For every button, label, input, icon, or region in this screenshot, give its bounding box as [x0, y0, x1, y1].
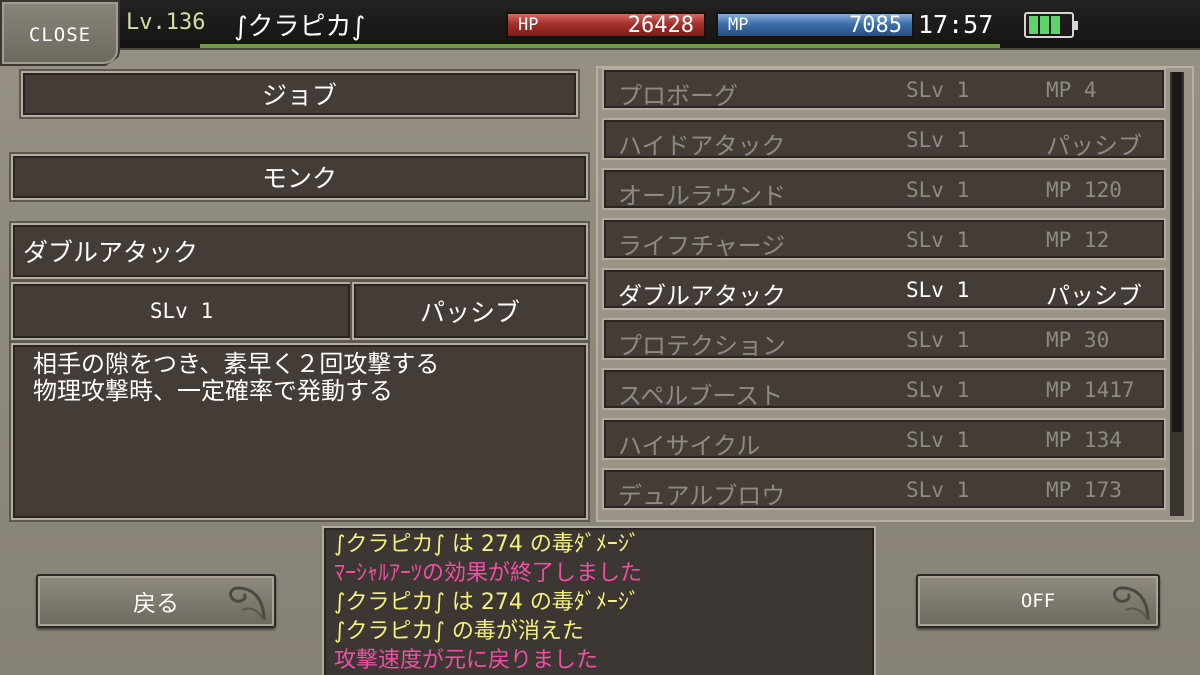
- skill-row[interactable]: プロテクション SLv 1 MP 30: [602, 318, 1166, 360]
- skill-row[interactable]: デュアルブロウ SLv 1 MP 173: [602, 468, 1166, 510]
- back-button[interactable]: 戻る: [36, 574, 276, 628]
- battery-cell: [1051, 16, 1060, 34]
- skill-cost: パッシブ: [1046, 132, 1142, 160]
- skill-name: スペルブースト: [618, 382, 784, 410]
- status-bar: Lv.136 ∫クラピカ∫ HP 26428 MP 7085 17:57: [0, 0, 1200, 50]
- skill-level: SLv 1: [906, 78, 970, 102]
- selected-skill-level: SLv 1: [11, 282, 352, 340]
- job-header: ジョブ: [21, 71, 578, 117]
- skill-cost: MP 30: [1046, 328, 1110, 352]
- skill-level: SLv 1: [906, 128, 970, 152]
- toggle-button-label: OFF: [1020, 590, 1056, 612]
- selected-skill-name: ダブルアタック: [11, 223, 588, 279]
- skill-cost: MP 173: [1046, 478, 1122, 502]
- skill-cost: MP 120: [1046, 178, 1122, 202]
- toggle-off-button[interactable]: OFF: [916, 574, 1160, 628]
- skill-name: ダブルアタック: [618, 282, 786, 310]
- log-line: ﾏｰｼｬﾙｱｰﾂの効果が終了しました: [334, 561, 643, 586]
- skill-list[interactable]: プロボーグ SLv 1 MP 4 ハイドアタック SLv 1 パッシブ オールラ…: [598, 68, 1192, 520]
- skill-level: SLv 1: [906, 478, 970, 502]
- skill-list-scrollbar[interactable]: [1170, 72, 1184, 516]
- log-line: ∫クラピカ∫ は 274 の毒ﾀﾞﾒｰｼﾞ: [334, 590, 640, 615]
- skill-level: SLv 1: [906, 228, 970, 252]
- swirl-ornament-icon: [229, 586, 266, 621]
- swirl-ornament-icon: [1113, 586, 1150, 621]
- skill-row[interactable]: ライフチャージ SLv 1 MP 12: [602, 218, 1166, 260]
- close-button[interactable]: CLOSE: [0, 0, 120, 66]
- battery-cell: [1040, 16, 1049, 34]
- skill-name: プロテクション: [618, 332, 786, 360]
- skill-row[interactable]: ハイドアタック SLv 1 パッシブ: [602, 118, 1166, 160]
- skill-level: SLv 1: [906, 278, 970, 302]
- mp-label: MP: [728, 15, 749, 35]
- selected-skill-type: パッシブ: [352, 282, 588, 340]
- description-line: 相手の隙をつき、素早く２回攻撃する: [33, 350, 440, 378]
- skill-cost: MP 1417: [1046, 378, 1135, 402]
- skill-row[interactable]: オールラウンド SLv 1 MP 120: [602, 168, 1166, 210]
- skill-description: 相手の隙をつき、素早く２回攻撃する 物理攻撃時、一定確率で発動する: [11, 343, 588, 520]
- battle-log: ∫クラピカ∫ は 274 の毒ﾀﾞﾒｰｼﾞ ﾏｰｼｬﾙｱｰﾂの効果が終了しました…: [322, 526, 876, 675]
- character-name: ∫クラピカ∫: [234, 12, 366, 42]
- skill-level: SLv 1: [906, 378, 970, 402]
- skill-row[interactable]: スペルブースト SLv 1 MP 1417: [602, 368, 1166, 410]
- level-label: Lv.136: [126, 10, 206, 35]
- log-line: ∫クラピカ∫ の毒が消えた: [334, 619, 584, 644]
- log-line: ∫クラピカ∫ は 274 の毒ﾀﾞﾒｰｼﾞ: [334, 532, 640, 557]
- mp-value: 7085: [849, 12, 902, 38]
- exp-bar: [200, 44, 1000, 48]
- scrollbar-thumb[interactable]: [1172, 72, 1182, 432]
- clock: 17:57: [918, 10, 994, 39]
- skill-cost: MP 4: [1046, 78, 1097, 102]
- job-class-name[interactable]: モンク: [11, 154, 588, 200]
- skill-name: オールラウンド: [618, 182, 786, 210]
- exp-bar-fill: [200, 44, 1000, 48]
- log-line: 攻撃速度が元に戻りました: [334, 648, 599, 673]
- skill-name: プロボーグ: [618, 82, 738, 110]
- skill-cost: パッシブ: [1046, 282, 1142, 310]
- battery-icon: [1024, 12, 1078, 38]
- description-line: 物理攻撃時、一定確率で発動する: [33, 377, 393, 405]
- mp-gauge: MP 7085: [716, 12, 914, 38]
- skill-level: SLv 1: [906, 178, 970, 202]
- skill-name: デュアルブロウ: [618, 482, 786, 510]
- skill-row[interactable]: ハイサイクル SLv 1 MP 134: [602, 418, 1166, 460]
- skill-level: SLv 1: [906, 328, 970, 352]
- battery-cell: [1029, 16, 1038, 34]
- skill-row[interactable]: プロボーグ SLv 1 MP 4: [602, 68, 1166, 110]
- skill-level: SLv 1: [906, 428, 970, 452]
- skill-name: ハイサイクル: [618, 432, 761, 460]
- skill-name: ライフチャージ: [618, 232, 786, 260]
- hp-value: 26428: [627, 12, 694, 38]
- back-button-label: 戻る: [133, 591, 179, 617]
- hp-label: HP: [518, 15, 539, 35]
- hp-gauge: HP 26428: [506, 12, 706, 38]
- skill-cost: MP 134: [1046, 428, 1122, 452]
- skill-cost: MP 12: [1046, 228, 1110, 252]
- skill-name: ハイドアタック: [618, 132, 786, 160]
- skill-row-selected[interactable]: ダブルアタック SLv 1 パッシブ: [602, 268, 1166, 310]
